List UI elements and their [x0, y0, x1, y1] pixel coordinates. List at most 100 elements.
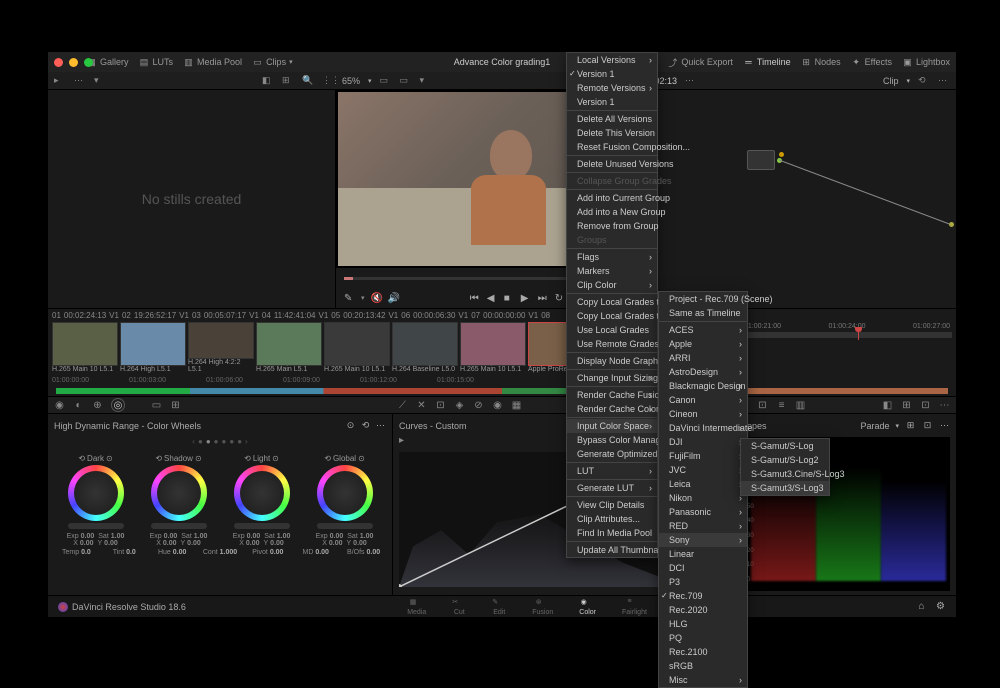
clip-thumbnail[interactable]: H.264 Baseline L5.0 — [392, 322, 458, 373]
tool-icon[interactable]: ◉ — [492, 400, 503, 411]
menu-item[interactable]: Copy Local Grades to Remote — [567, 309, 657, 323]
menu-item[interactable]: DJI — [659, 435, 747, 449]
page-color[interactable]: ◉Color — [579, 598, 596, 616]
menu-item[interactable]: DaVinci Intermediate — [659, 421, 747, 435]
menu-item[interactable]: S-Gamut/S-Log2 — [741, 453, 829, 467]
tool-icon[interactable]: ⊙ — [345, 420, 356, 431]
mute-icon[interactable]: 🔇 — [371, 293, 382, 304]
tool-icon[interactable]: ▾ — [420, 75, 432, 87]
context-submenu-sony[interactable]: S-Gamut/S-LogS-Gamut/S-Log2S-Gamut3.Cine… — [740, 438, 830, 496]
menu-item[interactable]: S-Gamut/S-Log — [741, 439, 829, 453]
tool-icon[interactable]: ◉ — [54, 400, 65, 411]
tool-icon[interactable]: ▭ — [151, 400, 162, 411]
tool-icon[interactable]: ⊡ — [922, 420, 933, 431]
menu-item[interactable]: Add into Current Group — [567, 191, 657, 205]
gear-icon[interactable]: ⚙ — [935, 601, 946, 612]
lightbox-toggle[interactable]: ▣Lightbox — [902, 57, 950, 68]
menu-item[interactable]: Change Input Sizing Preset — [567, 371, 657, 385]
menu-item[interactable]: Copy Local Grades to Local — [567, 295, 657, 309]
color-wheel-global[interactable]: ⟲Global⊙ — [317, 454, 373, 529]
marker-icon[interactable]: ✎ — [344, 293, 355, 304]
menu-item[interactable]: HLG — [659, 617, 747, 631]
color-wheel-dark[interactable]: ⟲Dark⊙ — [68, 454, 124, 529]
menu-item[interactable]: Misc — [659, 673, 747, 687]
tool-icon[interactable]: ⟋ — [397, 400, 408, 411]
tool-icon[interactable]: ▾ — [94, 75, 106, 87]
page-fairlight[interactable]: ≡Fairlight — [622, 598, 647, 616]
tool-icon[interactable]: ▸ — [54, 75, 66, 87]
clip-thumbnail[interactable]: H.265 Main 10 L5.1 — [52, 322, 118, 373]
tool-icon[interactable]: ▭ — [400, 75, 412, 87]
next-icon[interactable]: ⏭ — [538, 293, 549, 304]
clip-thumbnail[interactable]: H.265 Main L5.1 — [256, 322, 322, 373]
menu-item[interactable]: Delete This Version — [567, 126, 657, 140]
menu-item[interactable]: Nikon — [659, 491, 747, 505]
menu-item[interactable]: Canon — [659, 393, 747, 407]
volume-icon[interactable]: 🔊 — [388, 293, 399, 304]
loop-icon[interactable]: ↻ — [555, 293, 566, 304]
color-wheel-shadow[interactable]: ⟲Shadow⊙ — [151, 454, 207, 529]
tool-icon[interactable]: 🔍 — [302, 75, 314, 87]
menu-item[interactable]: Blackmagic Design — [659, 379, 747, 393]
tool-icon[interactable]: ⋮⋮ — [322, 75, 334, 87]
menu-item[interactable]: Find In Media Pool — [567, 526, 657, 540]
menu-item[interactable]: PQ — [659, 631, 747, 645]
clip-thumbnail[interactable]: H.265 Main 10 L5.1 — [324, 322, 390, 373]
tool-icon[interactable]: ▦ — [511, 400, 522, 411]
menu-item[interactable]: Generate Optimized Media — [567, 447, 657, 461]
nodes-panel[interactable] — [656, 90, 956, 308]
menu-item[interactable]: ARRI — [659, 351, 747, 365]
menu-item[interactable]: Version 1 — [567, 95, 657, 109]
menu-item[interactable]: S-Gamut3/S-Log3 — [741, 481, 829, 495]
menu-item[interactable]: Rec.2100 — [659, 645, 747, 659]
menu-item[interactable]: Remote Versions — [567, 81, 657, 95]
window-minimize[interactable] — [69, 58, 78, 67]
context-submenu-colorspace[interactable]: Project - Rec.709 (Scene)Same as Timelin… — [658, 291, 748, 688]
tool-icon[interactable]: ◧ — [262, 75, 274, 87]
menu-item[interactable]: Same as Timeline — [659, 306, 747, 320]
tool-icon[interactable]: ⊞ — [282, 75, 294, 87]
menu-item[interactable]: Delete Unused Versions — [567, 157, 657, 171]
window-maximize[interactable] — [84, 58, 93, 67]
play-icon[interactable]: ▶ — [521, 293, 532, 304]
tool-icon[interactable]: ⊞ — [901, 400, 912, 411]
menu-item[interactable]: sRGB — [659, 659, 747, 673]
page-edit[interactable]: ✎Edit — [492, 598, 506, 616]
clip-thumbnail[interactable]: H.265 Main 10 L5.1 — [460, 322, 526, 373]
menu-item[interactable]: Delete All Versions — [567, 112, 657, 126]
tool-icon[interactable]: ⋯ — [939, 420, 950, 431]
clip-thumbnail[interactable]: H.264 High L5.1 — [120, 322, 186, 373]
menu-item[interactable]: Linear — [659, 547, 747, 561]
tool-icon[interactable]: ◎ — [111, 398, 125, 412]
menu-item[interactable]: Render Cache Fusion Output — [567, 388, 657, 402]
quick-export-button[interactable]: ⤴Quick Export — [667, 57, 733, 68]
menu-item[interactable]: P3 — [659, 575, 747, 589]
global-adjustments[interactable]: Temp 0.0Tint 0.0Hue 0.00Cont 1.000Pivot … — [54, 547, 386, 558]
tool-icon[interactable]: ⋯ — [74, 75, 86, 87]
menu-item[interactable]: View Clip Details — [567, 498, 657, 512]
menu-item[interactable]: Leica — [659, 477, 747, 491]
menu-item[interactable]: S-Gamut3.Cine/S-Log3 — [741, 467, 829, 481]
menu-item[interactable]: DCI — [659, 561, 747, 575]
menu-item[interactable]: Input Color Space — [567, 419, 657, 433]
page-media[interactable]: ▦Media — [407, 598, 426, 616]
tool-icon[interactable]: ◈ — [454, 400, 465, 411]
page-cut[interactable]: ✂Cut — [452, 598, 466, 616]
tool-icon[interactable]: ◐ — [73, 400, 84, 411]
home-icon[interactable]: ⌂ — [916, 601, 927, 612]
tool-icon[interactable]: ⟲ — [360, 420, 371, 431]
luts-toggle[interactable]: ▤LUTs — [139, 57, 174, 68]
menu-item[interactable]: Clip Attributes... — [567, 512, 657, 526]
menu-item[interactable]: Markers — [567, 264, 657, 278]
tool-icon[interactable]: ⊞ — [905, 420, 916, 431]
menu-item[interactable]: Use Local Grades — [567, 323, 657, 337]
menu-item[interactable]: Clip Color — [567, 278, 657, 292]
context-menu[interactable]: Local VersionsVersion 1Remote VersionsVe… — [566, 52, 658, 558]
timeline-toggle[interactable]: ═Timeline — [743, 57, 791, 68]
media-pool-toggle[interactable]: ▥Media Pool — [183, 57, 242, 68]
effects-toggle[interactable]: ✦Effects — [851, 57, 892, 68]
clips-toggle[interactable]: ▭Clips▾ — [252, 57, 293, 68]
nodes-toggle[interactable]: ⊞Nodes — [801, 57, 841, 68]
menu-item[interactable]: Use Remote Grades — [567, 337, 657, 351]
menu-item[interactable]: Rec.2020 — [659, 603, 747, 617]
